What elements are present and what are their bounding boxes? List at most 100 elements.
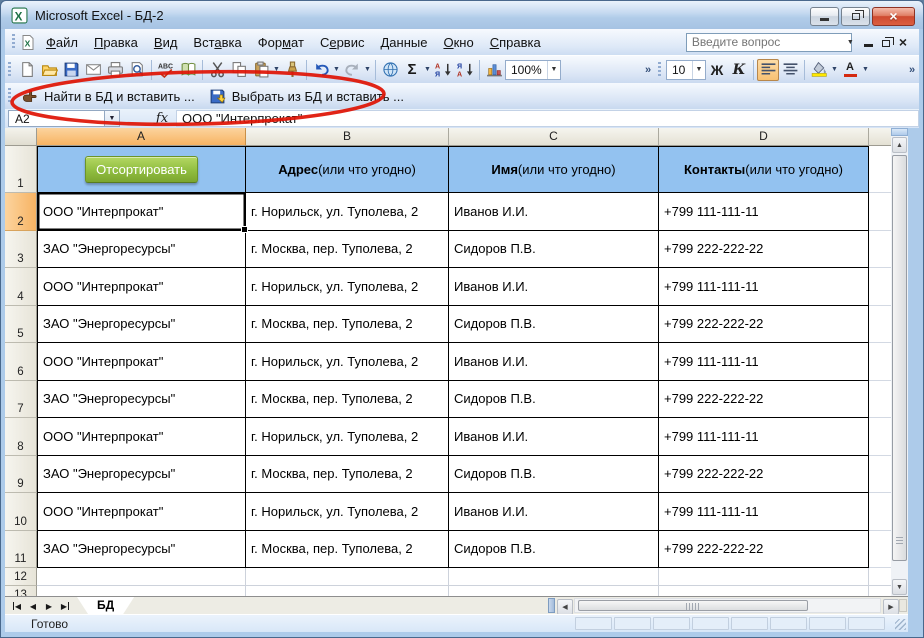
chevron-down-icon[interactable]: ▼ xyxy=(547,60,560,79)
sheet-tab-bd[interactable]: БД xyxy=(77,597,134,614)
chevron-down-icon[interactable]: ▼ xyxy=(272,66,281,73)
copy-button[interactable] xyxy=(228,59,250,81)
cell-D2[interactable]: +799 111-111-11 xyxy=(659,193,869,231)
menu-Справка[interactable]: Справка xyxy=(482,31,549,54)
sort-ascending-button[interactable]: АЯ xyxy=(432,59,454,81)
menu-Сервис[interactable]: Сервис xyxy=(312,31,373,54)
question-box[interactable]: ▼ xyxy=(685,32,854,52)
fill-color-button[interactable] xyxy=(808,59,830,81)
row-header-5[interactable]: 5 xyxy=(5,305,37,343)
row-header-13[interactable]: 13 xyxy=(5,586,37,596)
menu-Правка[interactable]: Правка xyxy=(86,31,146,54)
cell-B11[interactable]: г. Москва, пер. Туполева, 2 xyxy=(246,530,449,568)
chevron-down-icon[interactable]: ▼ xyxy=(423,66,432,73)
scroll-up-icon[interactable]: ▲ xyxy=(892,137,907,153)
toolbar-grip[interactable] xyxy=(8,88,11,104)
redo-button[interactable] xyxy=(341,59,363,81)
cell-C9[interactable]: Сидоров П.В. xyxy=(449,455,659,493)
research-button[interactable] xyxy=(177,59,199,81)
workbook-icon[interactable]: X xyxy=(20,34,38,50)
minimize-button[interactable] xyxy=(810,7,839,26)
row-header-7[interactable]: 7 xyxy=(5,380,37,418)
cell-C4[interactable]: Иванов И.И. xyxy=(449,268,659,306)
cell-B7[interactable]: г. Москва, пер. Туполева, 2 xyxy=(246,380,449,418)
cell-A4[interactable]: ООО "Интерпрокат" xyxy=(37,268,246,306)
toolbar-options-chevron[interactable]: » xyxy=(905,57,919,83)
bold-button[interactable]: Ж xyxy=(706,59,728,81)
vertical-scroll-track[interactable] xyxy=(892,154,907,578)
cell-D13[interactable] xyxy=(659,586,869,596)
horizontal-scroll-track[interactable] xyxy=(574,598,881,613)
chevron-down-icon[interactable]: ▼ xyxy=(692,60,705,79)
cell-D10[interactable]: +799 111-111-11 xyxy=(659,493,869,531)
cell-C3[interactable]: Сидоров П.В. xyxy=(449,230,659,268)
cell-A13[interactable] xyxy=(37,586,246,596)
cell-A2[interactable]: ООО "Интерпрокат" xyxy=(37,193,248,232)
menu-Вид[interactable]: Вид xyxy=(146,31,186,54)
sort-button[interactable]: Отсортировать xyxy=(85,156,198,183)
cell-A10[interactable]: ООО "Интерпрокат" xyxy=(37,493,246,531)
format-painter-button[interactable] xyxy=(281,59,303,81)
cell-A8[interactable]: ООО "Интерпрокат" xyxy=(37,418,246,456)
name-box-dropdown-icon[interactable]: ▼ xyxy=(105,110,120,127)
workbook-close-icon[interactable]: × xyxy=(899,35,907,49)
row-header-10[interactable]: 10 xyxy=(5,493,37,531)
title-bar[interactable]: X Microsoft Excel - БД-2 × xyxy=(1,1,923,29)
scroll-right-icon[interactable]: ▶ xyxy=(883,599,899,615)
cell-D11[interactable]: +799 222-222-22 xyxy=(659,530,869,568)
cell-C6[interactable]: Иванов И.И. xyxy=(449,343,659,381)
vertical-scroll-thumb[interactable] xyxy=(892,155,907,561)
print-button[interactable] xyxy=(104,59,126,81)
new-document-button[interactable] xyxy=(16,59,38,81)
formula-input[interactable]: ООО "Интерпрокат" xyxy=(176,110,919,127)
cell-A11[interactable]: ЗАО "Энергоресурсы" xyxy=(37,530,246,568)
italic-button[interactable]: К xyxy=(728,59,750,81)
spelling-button[interactable]: ABC xyxy=(155,59,177,81)
cell-B5[interactable]: г. Москва, пер. Туполева, 2 xyxy=(246,305,449,343)
cell-D7[interactable]: +799 222-222-22 xyxy=(659,380,869,418)
row-header-9[interactable]: 9 xyxy=(5,455,37,493)
cell-D3[interactable]: +799 222-222-22 xyxy=(659,230,869,268)
find-hand-db-button[interactable]: Найти в БД и вставить ... xyxy=(16,86,204,107)
name-box[interactable]: A2 xyxy=(8,110,105,127)
cell-B6[interactable]: г. Норильск, ул. Туполева, 2 xyxy=(246,343,449,381)
cell-B4[interactable]: г. Норильск, ул. Туполева, 2 xyxy=(246,268,449,306)
cut-button[interactable] xyxy=(206,59,228,81)
cell-D6[interactable]: +799 111-111-11 xyxy=(659,343,869,381)
column-header-B[interactable]: B xyxy=(246,128,449,146)
chevron-down-icon[interactable]: ▼ xyxy=(847,34,854,51)
workbook-minimize-icon[interactable] xyxy=(863,43,873,47)
question-input[interactable] xyxy=(686,35,847,49)
column-header-D[interactable]: D xyxy=(659,128,869,146)
close-button[interactable]: × xyxy=(872,7,915,26)
menu-Вставка[interactable]: Вставка xyxy=(185,31,249,54)
tab-split-handle[interactable] xyxy=(548,598,555,613)
cell-D8[interactable]: +799 111-111-11 xyxy=(659,418,869,456)
cell-A1[interactable]: Отсортировать xyxy=(37,146,246,193)
horizontal-scroll-thumb[interactable] xyxy=(578,600,808,611)
cell-D9[interactable]: +799 222-222-22 xyxy=(659,455,869,493)
resize-grip[interactable] xyxy=(895,619,906,630)
cell-B13[interactable] xyxy=(246,586,449,596)
scroll-down-icon[interactable]: ▼ xyxy=(892,579,907,595)
paste-button[interactable] xyxy=(250,59,272,81)
cell-C7[interactable]: Сидоров П.В. xyxy=(449,380,659,418)
cell-A7[interactable]: ЗАО "Энергоресурсы" xyxy=(37,380,246,418)
cell-C8[interactable]: Иванов И.И. xyxy=(449,418,659,456)
chart-wizard-button[interactable] xyxy=(483,59,505,81)
autosum-button[interactable]: Σ xyxy=(401,59,423,81)
row-header-4[interactable]: 4 xyxy=(5,268,37,306)
scroll-left-icon[interactable]: ◀ xyxy=(557,599,573,615)
cell-A9[interactable]: ЗАО "Энергоресурсы" xyxy=(37,455,246,493)
split-box[interactable] xyxy=(891,128,908,136)
cell-C1[interactable]: Имя (или что угодно) xyxy=(449,146,659,193)
save-button[interactable] xyxy=(60,59,82,81)
font-color-button[interactable]: А xyxy=(839,59,861,81)
cell-C13[interactable] xyxy=(449,586,659,596)
toolbar-grip[interactable] xyxy=(658,61,661,78)
first-sheet-button[interactable]: ◀ xyxy=(9,598,25,614)
cell-B3[interactable]: г. Москва, пер. Туполева, 2 xyxy=(246,230,449,268)
row-header-8[interactable]: 8 xyxy=(5,418,37,456)
cell-A6[interactable]: ООО "Интерпрокат" xyxy=(37,343,246,381)
row-header-6[interactable]: 6 xyxy=(5,343,37,381)
